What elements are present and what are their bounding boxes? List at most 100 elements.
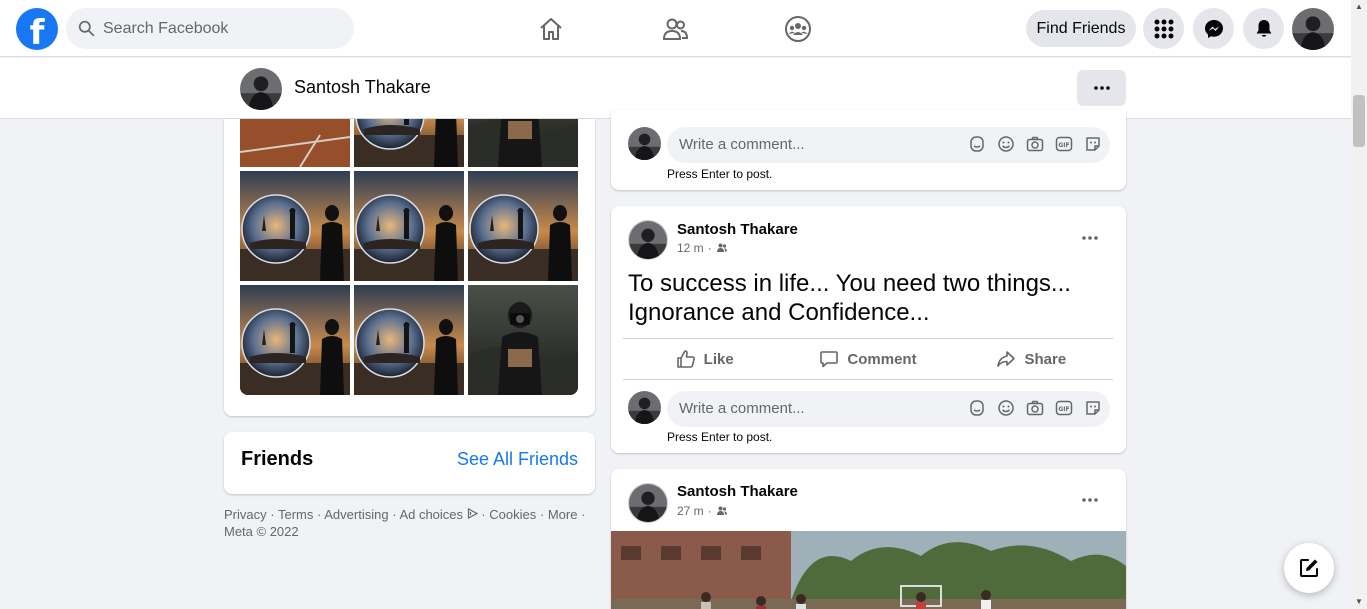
footer-separator: · — [539, 507, 545, 522]
more-dots-icon — [1082, 236, 1098, 240]
gif-icon[interactable]: GIF — [1055, 399, 1073, 417]
photo-thumbnail[interactable] — [468, 285, 578, 395]
share-button[interactable]: Share — [950, 339, 1113, 379]
photo-thumbnail[interactable] — [468, 171, 578, 281]
account-avatar[interactable] — [1292, 8, 1334, 50]
find-friends-button[interactable]: Find Friends — [1026, 10, 1136, 47]
footer-separator: · — [481, 507, 486, 522]
post-author-name[interactable]: Santosh Thakare — [677, 483, 798, 500]
profile-more-button[interactable] — [1077, 70, 1126, 106]
post-meta: 27 m · — [677, 504, 728, 518]
profile-avatar[interactable] — [240, 68, 282, 110]
friends-card: Friends See All Friends — [224, 432, 595, 494]
avatar-sticker-icon[interactable] — [968, 399, 986, 417]
search-icon — [78, 20, 95, 37]
page-scrollbar[interactable] — [1351, 0, 1367, 609]
photo-thumbnail[interactable] — [354, 171, 464, 281]
post-options-button[interactable] — [1078, 490, 1102, 510]
messenger-icon — [1204, 19, 1223, 38]
press-enter-hint: Press Enter to post. — [667, 167, 773, 181]
groups-tab[interactable] — [781, 12, 815, 46]
ad-choices-label: Ad choices — [399, 507, 464, 522]
compose-icon — [1300, 559, 1318, 577]
footer-separator: · — [581, 507, 586, 522]
comment-box[interactable]: GIF — [667, 391, 1110, 427]
post-card: Santosh Thakare 27 m · — [611, 469, 1126, 609]
comment-box[interactable]: GIF — [667, 127, 1110, 163]
scrollbar-thumb[interactable] — [1353, 95, 1365, 147]
profile-name: Santosh Thakare — [294, 77, 431, 97]
commenter-avatar[interactable] — [628, 127, 661, 160]
post-options-button[interactable] — [1078, 228, 1102, 248]
avatar-sticker-icon[interactable] — [968, 135, 986, 153]
see-all-friends-link[interactable]: See All Friends — [457, 449, 578, 470]
friends-audience-icon[interactable] — [716, 505, 728, 517]
scroll-up-arrow-icon[interactable]: ▲ — [1354, 2, 1364, 11]
post-author-avatar[interactable] — [628, 483, 668, 523]
footer-separator: · — [270, 507, 275, 522]
emoji-icon[interactable] — [997, 135, 1015, 153]
emoji-icon[interactable] — [997, 399, 1015, 417]
svg-text:GIF: GIF — [1058, 406, 1069, 413]
friends-tab[interactable] — [658, 12, 692, 46]
photo-thumbnail[interactable] — [468, 119, 578, 167]
footer-link-privacy[interactable]: Privacy — [224, 507, 267, 522]
sticker-icon[interactable] — [1084, 135, 1102, 153]
notifications-button[interactable] — [1243, 8, 1284, 49]
photo-thumbnail[interactable] — [240, 171, 350, 281]
post-card: GIF Press Enter to post. — [611, 110, 1126, 190]
like-icon — [676, 350, 695, 368]
press-enter-hint: Press Enter to post. — [667, 430, 773, 444]
comment-composer: GIF — [628, 127, 1110, 163]
footer-link-ad-choices[interactable]: Ad choices — [399, 507, 478, 522]
friends-audience-icon[interactable] — [716, 242, 728, 254]
top-navigation-bar: f Find Friends — [0, 0, 1351, 57]
home-tab[interactable] — [534, 12, 568, 46]
photo-thumbnail[interactable] — [240, 119, 350, 167]
footer-separator: · — [317, 507, 322, 522]
search-bar[interactable] — [66, 8, 354, 49]
sticker-icon[interactable] — [1084, 399, 1102, 417]
footer-link-advertising[interactable]: Advertising — [324, 507, 388, 522]
new-message-button[interactable] — [1284, 543, 1334, 593]
scroll-down-arrow-icon[interactable]: ▼ — [1354, 597, 1364, 606]
comment-input[interactable] — [679, 136, 949, 153]
more-dots-icon — [1093, 86, 1110, 90]
footer-link-terms[interactable]: Terms — [278, 507, 313, 522]
comment-label: Comment — [847, 350, 917, 368]
ad-choices-icon — [467, 508, 478, 519]
photo-thumbnail[interactable] — [354, 119, 464, 167]
home-icon — [540, 18, 562, 40]
footer-links: Privacy · Terms · Advertising · Ad choic… — [224, 506, 595, 540]
post-author-avatar[interactable] — [628, 220, 668, 260]
menu-button[interactable] — [1143, 8, 1184, 49]
post-text: To success in life... You need two thing… — [628, 270, 1071, 326]
comment-composer: GIF — [628, 391, 1110, 427]
share-label: Share — [1024, 350, 1067, 368]
camera-icon[interactable] — [1026, 135, 1044, 153]
facebook-logo[interactable]: f — [16, 8, 58, 50]
gif-icon[interactable]: GIF — [1055, 135, 1073, 153]
like-label: Like — [703, 350, 734, 368]
commenter-avatar[interactable] — [628, 391, 661, 424]
friends-title: Friends — [241, 448, 314, 470]
post-author-name[interactable]: Santosh Thakare — [677, 221, 798, 238]
messenger-button[interactable] — [1193, 8, 1234, 49]
comment-button[interactable]: Comment — [786, 339, 949, 379]
search-input[interactable] — [103, 19, 333, 38]
notifications-icon — [1256, 19, 1271, 37]
footer-separator: · — [392, 507, 397, 522]
share-icon — [997, 351, 1016, 367]
camera-icon[interactable] — [1026, 399, 1044, 417]
copyright: Meta © 2022 — [224, 524, 299, 539]
post-time[interactable]: 12 m — [677, 241, 704, 255]
comment-input[interactable] — [679, 400, 949, 417]
like-button[interactable]: Like — [623, 339, 786, 379]
photo-thumbnail[interactable] — [354, 285, 464, 395]
footer-link-more[interactable]: More — [548, 507, 578, 522]
photo-thumbnail[interactable] — [240, 285, 350, 395]
post-photo[interactable] — [611, 531, 1126, 609]
photos-card — [224, 119, 595, 416]
post-time[interactable]: 27 m — [677, 504, 704, 518]
footer-link-cookies[interactable]: Cookies — [489, 507, 536, 522]
